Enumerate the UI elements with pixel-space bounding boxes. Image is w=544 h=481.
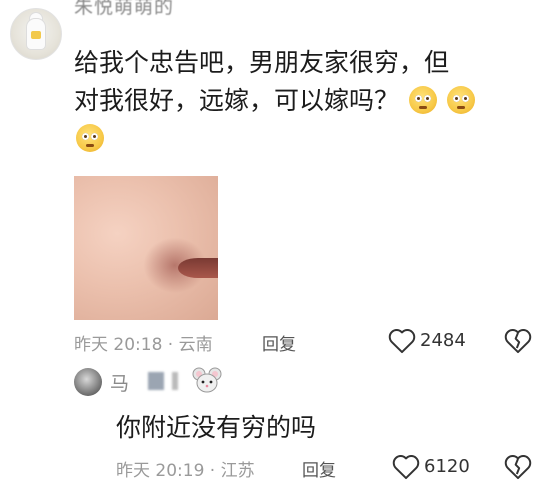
comment-time-location: 昨天 20:18 · 云南 — [74, 335, 213, 355]
commenter-username[interactable]: 朱悦萌萌的 — [74, 0, 174, 19]
mouse-face-icon — [192, 367, 222, 393]
comment-text-line1: 给我个忠告吧，男朋友家很穷，但 — [74, 48, 450, 77]
comment-text-line2-wrap: 对我很好，远嫁，可以嫁吗？ — [74, 82, 534, 120]
username-redaction — [172, 372, 178, 390]
comment-text-line2: 对我很好，远嫁，可以嫁吗？ — [74, 86, 400, 115]
commenter-avatar[interactable] — [10, 8, 62, 60]
reply-reply-button[interactable]: 回复 — [302, 456, 336, 481]
comment-reply-button[interactable]: 回复 — [262, 330, 296, 355]
heart-icon[interactable] — [388, 328, 416, 354]
pleading-face-emoji — [408, 86, 437, 114]
comment-body: 给我个忠告吧，男朋友家很穷，但 对我很好，远嫁，可以嫁吗？ — [74, 44, 534, 158]
replier-avatar[interactable] — [74, 368, 102, 396]
replier-username[interactable]: 马 — [110, 369, 129, 396]
broken-heart-icon[interactable] — [504, 328, 532, 354]
reply-time-location: 昨天 20:19 · 江苏 — [116, 461, 255, 481]
comment-emoji-line — [74, 120, 534, 158]
reply-text: 你附近没有穷的吗 — [116, 413, 317, 442]
broken-heart-icon[interactable] — [504, 454, 532, 480]
comment-like-count: 2484 — [420, 330, 466, 351]
heart-icon[interactable] — [392, 454, 420, 480]
reply-like-count: 6120 — [424, 456, 470, 477]
pleading-face-emoji — [446, 86, 475, 114]
comment-image[interactable] — [74, 176, 218, 320]
username-redaction — [148, 372, 164, 390]
pleading-face-emoji — [76, 124, 104, 152]
